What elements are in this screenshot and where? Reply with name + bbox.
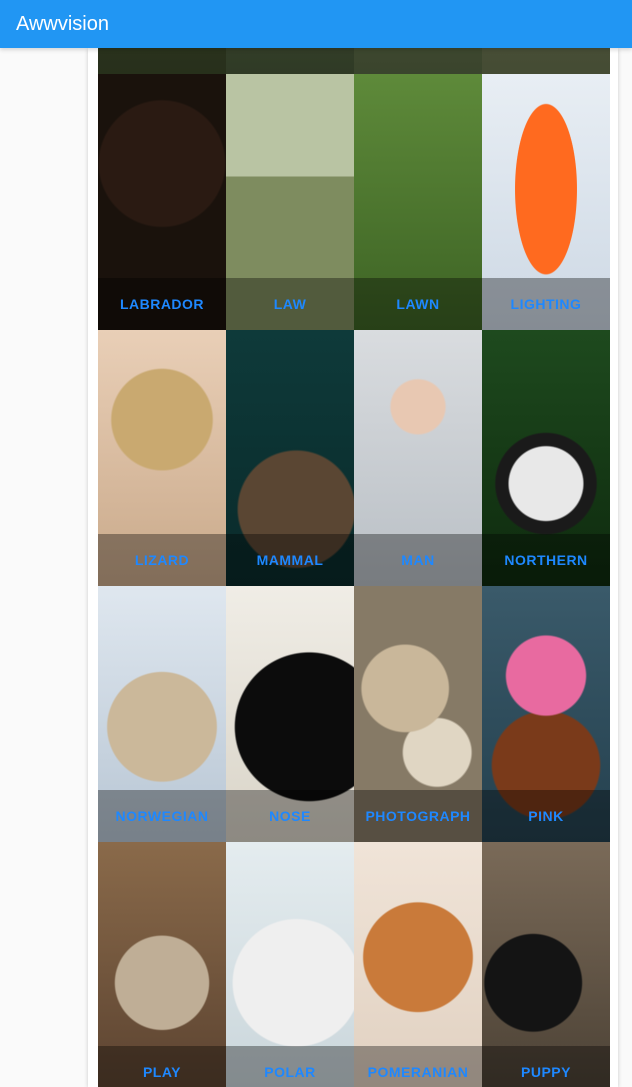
category-tile[interactable] bbox=[226, 48, 354, 74]
category-tile[interactable]: PUPPY bbox=[482, 842, 610, 1087]
page-body: LABRADORLAWLAWNLIGHTINGLIZARDMAMMALMANNO… bbox=[0, 48, 632, 1087]
category-tile[interactable]: NORTHERN bbox=[482, 330, 610, 586]
category-tile[interactable]: POLAR bbox=[226, 842, 354, 1087]
category-label: MAN bbox=[354, 534, 482, 586]
category-label: PINK bbox=[482, 790, 610, 842]
category-tile[interactable]: LAWN bbox=[354, 74, 482, 330]
category-label: MAMMAL bbox=[226, 534, 354, 586]
category-label: NORWEGIAN bbox=[98, 790, 226, 842]
category-label bbox=[354, 48, 482, 74]
category-label: PHOTOGRAPH bbox=[354, 790, 482, 842]
category-tile[interactable] bbox=[354, 48, 482, 74]
category-label: PLAY bbox=[98, 1046, 226, 1087]
category-label: LAW bbox=[226, 278, 354, 330]
category-tile[interactable]: NORWEGIAN bbox=[98, 586, 226, 842]
category-tile[interactable]: LAW bbox=[226, 74, 354, 330]
app-title: Awwvision bbox=[16, 13, 109, 36]
category-label bbox=[98, 48, 226, 74]
category-tile[interactable]: POMERANIAN bbox=[354, 842, 482, 1087]
category-tile[interactable]: NOSE bbox=[226, 586, 354, 842]
category-label: POMERANIAN bbox=[354, 1046, 482, 1087]
category-label: LIGHTING bbox=[482, 278, 610, 330]
category-tile[interactable]: MAN bbox=[354, 330, 482, 586]
category-label: NOSE bbox=[226, 790, 354, 842]
category-label: PUPPY bbox=[482, 1046, 610, 1087]
category-label bbox=[226, 48, 354, 74]
category-tile[interactable]: LIZARD bbox=[98, 330, 226, 586]
category-tile[interactable]: MAMMAL bbox=[226, 330, 354, 586]
category-tile[interactable]: PHOTOGRAPH bbox=[354, 586, 482, 842]
gallery-card: LABRADORLAWLAWNLIGHTINGLIZARDMAMMALMANNO… bbox=[88, 48, 618, 1087]
category-tile[interactable]: PINK bbox=[482, 586, 610, 842]
category-label: LABRADOR bbox=[98, 278, 226, 330]
category-label: LIZARD bbox=[98, 534, 226, 586]
category-grid: LABRADORLAWLAWNLIGHTINGLIZARDMAMMALMANNO… bbox=[98, 48, 608, 1087]
category-tile[interactable] bbox=[98, 48, 226, 74]
category-tile[interactable]: LIGHTING bbox=[482, 74, 610, 330]
category-tile[interactable] bbox=[482, 48, 610, 74]
category-label: NORTHERN bbox=[482, 534, 610, 586]
app-bar: Awwvision bbox=[0, 0, 632, 48]
category-label: POLAR bbox=[226, 1046, 354, 1087]
category-label bbox=[482, 48, 610, 74]
category-label: LAWN bbox=[354, 278, 482, 330]
category-tile[interactable]: LABRADOR bbox=[98, 74, 226, 330]
category-tile[interactable]: PLAY bbox=[98, 842, 226, 1087]
